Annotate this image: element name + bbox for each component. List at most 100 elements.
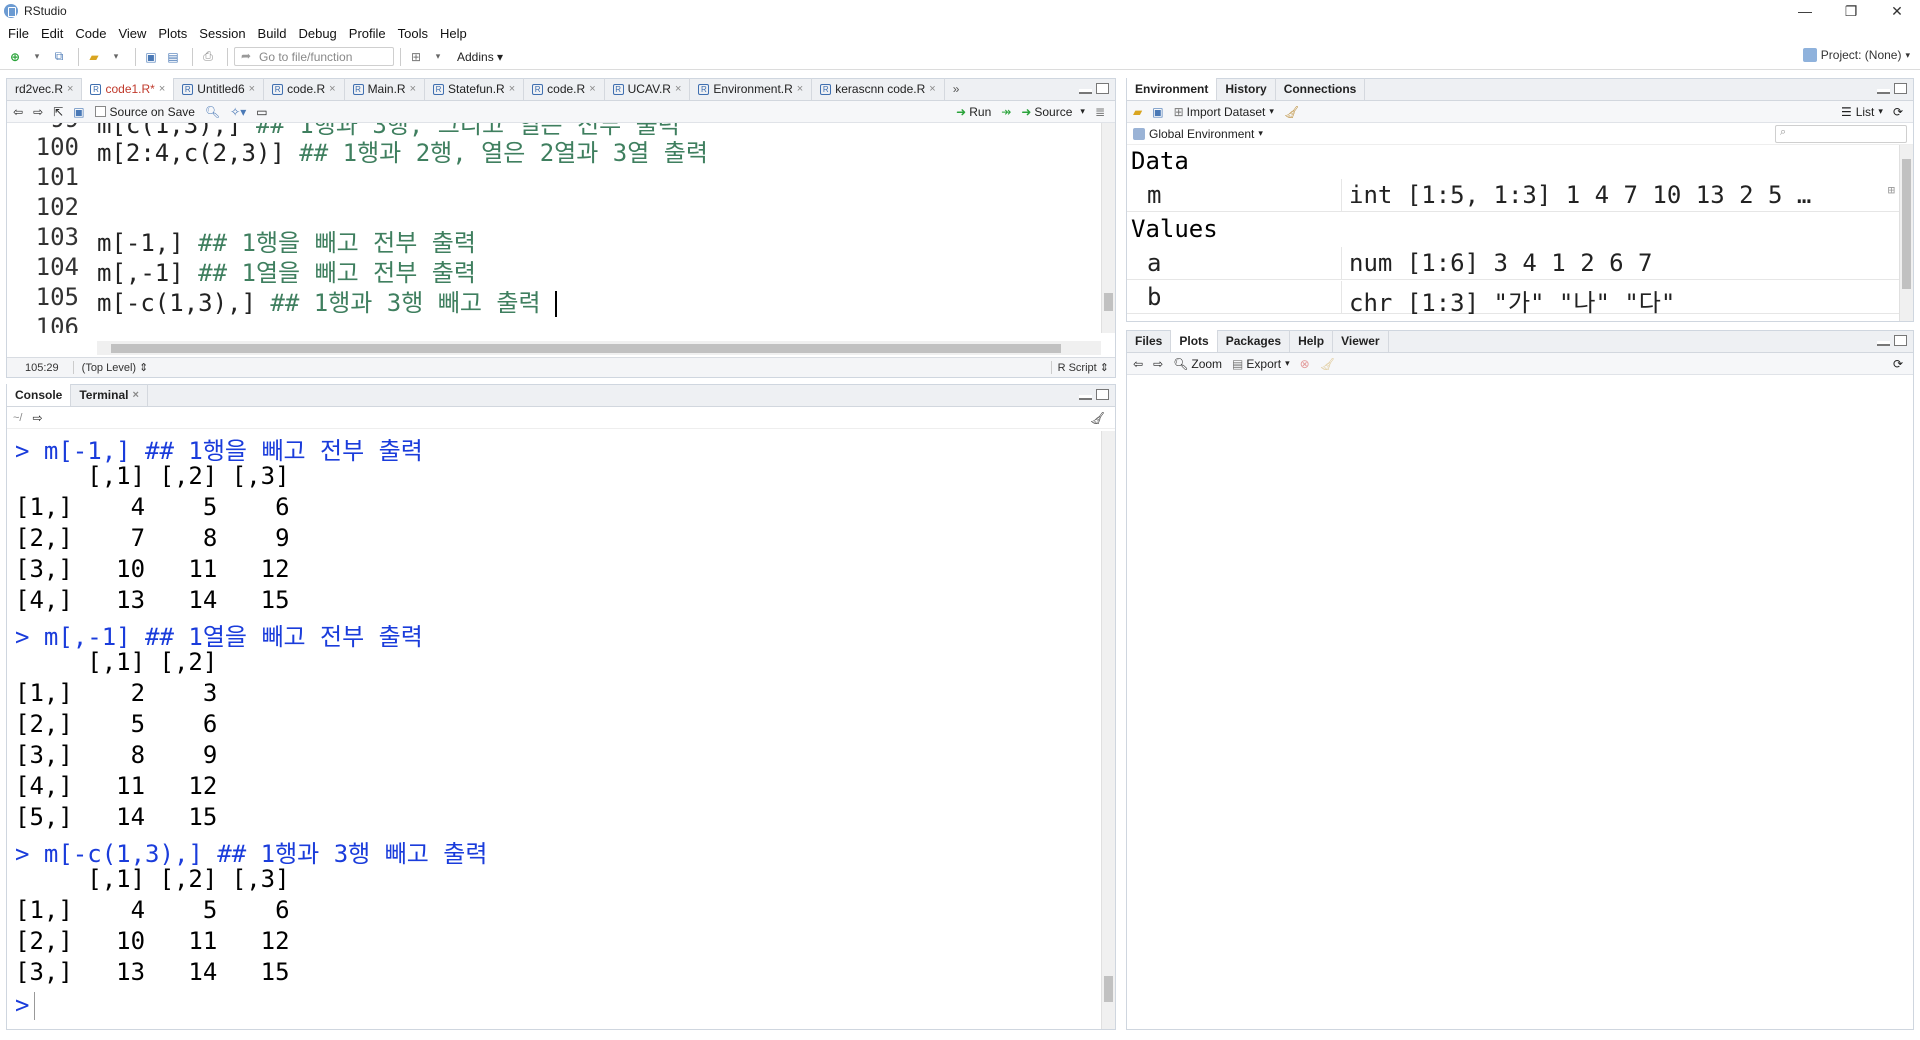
scroll-thumb[interactable] <box>111 344 1061 353</box>
close-tab-icon[interactable]: × <box>675 83 681 95</box>
clear-broom-icon[interactable]: 🧹︎ <box>1284 105 1299 119</box>
menu-code[interactable]: Code <box>75 26 106 41</box>
env-row-m[interactable]: m int [1:5, 1:3] 1 4 7 10 13 2 5 … ⊞ <box>1127 179 1899 212</box>
clear-console-icon[interactable]: 🧹︎ <box>1090 411 1105 425</box>
menu-view[interactable]: View <box>118 26 146 41</box>
close-tab-icon[interactable]: × <box>67 83 73 95</box>
maximize-pane-icon[interactable] <box>1096 83 1109 94</box>
document-outline-icon[interactable]: ≣ <box>1095 105 1105 119</box>
close-tab-icon[interactable]: × <box>132 389 138 401</box>
rerun-icon[interactable]: ↠ <box>1001 105 1011 119</box>
environment-search-input[interactable]: ⌕ <box>1775 125 1907 143</box>
console-prompt[interactable]: > <box>15 991 35 1022</box>
tab-viewer[interactable]: Viewer <box>1333 330 1389 352</box>
new-project-icon[interactable]: ⧉ <box>50 48 68 66</box>
show-in-window-icon[interactable]: ⇱ <box>53 105 63 119</box>
print-icon[interactable]: ⎙ <box>199 48 217 66</box>
menu-file[interactable]: File <box>8 26 29 41</box>
console-vertical-scrollbar[interactable] <box>1101 431 1115 1029</box>
save-icon[interactable]: ▣ <box>142 48 160 66</box>
view-table-icon[interactable]: ⊞ <box>1888 183 1895 197</box>
editor-horizontal-scrollbar[interactable] <box>97 341 1101 355</box>
editor-tab[interactable]: Rcode.R × <box>524 78 605 100</box>
close-tab-icon[interactable]: × <box>159 83 165 95</box>
editor-tab[interactable]: Rcode.R × <box>264 78 345 100</box>
close-button[interactable]: ✕ <box>1874 0 1920 22</box>
tab-terminal[interactable]: Terminal × <box>71 384 148 406</box>
close-tab-icon[interactable]: × <box>410 83 416 95</box>
close-tab-icon[interactable]: × <box>929 83 935 95</box>
maximize-button[interactable]: ❐ <box>1828 0 1874 22</box>
close-tab-icon[interactable]: × <box>589 83 595 95</box>
maximize-pane-icon[interactable] <box>1894 83 1907 94</box>
new-file-icon[interactable]: ⊕ <box>6 48 24 66</box>
editor-tab-active[interactable]: Rcode1.R* × <box>82 78 175 100</box>
save-icon[interactable]: ▣ <box>73 105 84 119</box>
tab-console[interactable]: Console <box>7 384 72 406</box>
remove-plot-icon[interactable]: ⊗ <box>1300 357 1310 371</box>
tab-environment[interactable]: Environment <box>1127 78 1218 100</box>
go-to-file-input[interactable]: ➦ Go to file/function <box>234 47 394 66</box>
scroll-thumb[interactable] <box>1104 976 1113 1002</box>
menu-help[interactable]: Help <box>440 26 467 41</box>
dropdown-icon[interactable]: ▾ <box>28 48 46 66</box>
tab-history[interactable]: History <box>1217 78 1276 100</box>
menu-edit[interactable]: Edit <box>41 26 63 41</box>
global-environment-selector[interactable]: Global Environment ▾ <box>1133 127 1263 141</box>
editor-tab[interactable]: Rkerascnn code.R × <box>812 78 945 100</box>
menu-plots[interactable]: Plots <box>158 26 187 41</box>
dropdown-icon[interactable]: ▾ <box>107 48 125 66</box>
zoom-button[interactable]: 🔍︎ Zoom <box>1173 357 1222 371</box>
editor-tab[interactable]: R Main.R × <box>345 78 426 100</box>
minimize-pane-icon[interactable] <box>1877 89 1890 94</box>
back-arrow-icon[interactable]: ⇦ <box>13 105 23 119</box>
open-folder-icon[interactable]: ▰ <box>85 48 103 66</box>
menu-session[interactable]: Session <box>199 26 245 41</box>
export-button[interactable]: ▤ Export ▾ <box>1232 357 1290 371</box>
code-tools-wand-icon[interactable]: ✧▾ <box>230 105 246 119</box>
minimize-pane-icon[interactable] <box>1079 89 1092 94</box>
import-dataset-button[interactable]: ⊞ Import Dataset ▾ <box>1174 105 1274 119</box>
menu-debug[interactable]: Debug <box>298 26 336 41</box>
env-row-b[interactable]: b chr [1:3] "가" "나" "다" <box>1127 281 1899 317</box>
editor-tab[interactable]: R Statefun.R × <box>425 78 525 100</box>
close-tab-icon[interactable]: × <box>329 83 335 95</box>
dropdown-icon[interactable]: ▾ <box>429 48 447 66</box>
project-menu[interactable]: Project: (None) ▾ <box>1802 48 1910 62</box>
tab-plots[interactable]: Plots <box>1171 330 1218 352</box>
close-tab-icon[interactable]: × <box>249 83 255 95</box>
close-tab-icon[interactable]: × <box>797 83 803 95</box>
more-tabs-icon[interactable]: » <box>945 78 968 100</box>
load-workspace-icon[interactable]: ▰ <box>1133 105 1142 119</box>
source-button[interactable]: ➜ Source ▾ <box>1021 105 1085 119</box>
tab-packages[interactable]: Packages <box>1218 330 1291 352</box>
source-on-save-checkbox[interactable]: Source on Save <box>94 105 195 119</box>
close-tab-icon[interactable]: × <box>509 83 515 95</box>
run-button[interactable]: ➜ Run <box>956 105 991 119</box>
refresh-icon[interactable]: ⟳ <box>1893 105 1903 119</box>
clear-plots-broom-icon[interactable]: 🧹︎ <box>1320 357 1335 371</box>
minimize-pane-icon[interactable] <box>1079 395 1092 400</box>
editor-tab[interactable]: R Untitled6 × <box>174 78 265 100</box>
menu-profile[interactable]: Profile <box>349 26 386 41</box>
save-all-icon[interactable]: ▤ <box>164 48 182 66</box>
menu-tools[interactable]: Tools <box>398 26 428 41</box>
save-workspace-icon[interactable]: ▣ <box>1152 105 1163 119</box>
addins-menu[interactable]: Addins ▾ <box>457 50 503 64</box>
previous-plot-icon[interactable]: ⇦ <box>1133 357 1143 371</box>
editor-tab[interactable]: rd2vec.R × <box>7 78 83 100</box>
code-editor[interactable]: 99m[c(1,3),] ## 1행과 3행, 그리고 열은 전부 출력 100… <box>7 123 1101 333</box>
grid-layout-icon[interactable]: ⊞ <box>407 48 425 66</box>
environment-vertical-scrollbar[interactable] <box>1899 145 1913 321</box>
search-icon[interactable]: 🔍︎ <box>205 105 220 119</box>
tab-connections[interactable]: Connections <box>1276 78 1366 100</box>
editor-vertical-scrollbar[interactable] <box>1101 123 1115 333</box>
scope-selector[interactable]: (Top Level) ⇕ <box>72 361 148 374</box>
env-row-a[interactable]: a num [1:6] 3 4 1 2 6 7 <box>1127 247 1899 280</box>
go-to-directory-icon[interactable]: ⇨ <box>32 411 42 425</box>
maximize-pane-icon[interactable] <box>1096 389 1109 400</box>
minimize-button[interactable]: — <box>1782 0 1828 22</box>
maximize-pane-icon[interactable] <box>1894 335 1907 346</box>
scroll-thumb[interactable] <box>1902 159 1911 289</box>
compile-report-icon[interactable]: ▭ <box>256 105 267 119</box>
